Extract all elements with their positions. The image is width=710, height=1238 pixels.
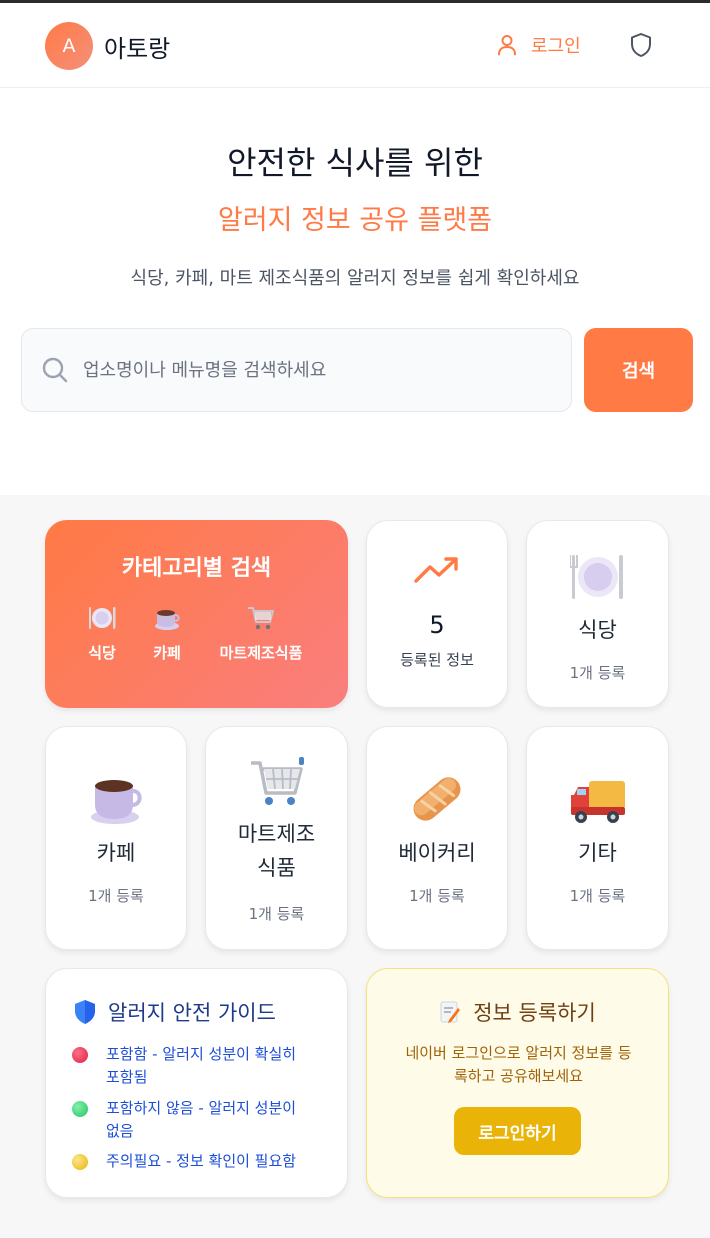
cart-icon	[250, 757, 304, 805]
bread-icon	[413, 777, 461, 821]
category-shortcut-label: 마트제조식품	[219, 644, 303, 662]
category-count: 1개 등록	[569, 887, 626, 905]
login-label: 로그인	[531, 36, 581, 57]
category-card-other[interactable]: 기타 1개 등록	[526, 726, 669, 950]
category-name: 베이커리	[398, 841, 476, 865]
allergy-guide-card: 알러지 안전 가이드 포함함 - 알러지 성분이 확실히 포함됨 포함하지 않음 …	[45, 968, 348, 1198]
guide-item-text: 포함하지 않음 - 알러지 성분이 없음	[106, 1099, 297, 1140]
guide-item-caution: 주의필요 - 정보 확인이 필요함	[72, 1150, 327, 1173]
guide-item-text: 포함함 - 알러지 성분이 확실히 포함됨	[106, 1045, 297, 1086]
home-logo[interactable]: A 아토랑	[45, 22, 170, 70]
category-card-mart[interactable]: 마트제조 식품 1개 등록	[205, 726, 348, 950]
guide-item-contains: 포함함 - 알러지 성분이 확실히 포함됨	[72, 1043, 327, 1089]
category-card-cafe[interactable]: 카페 1개 등록	[45, 726, 187, 950]
category-search-title: 카테고리별 검색	[121, 556, 272, 581]
plate-icon	[569, 555, 623, 599]
category-count: 1개 등록	[88, 887, 144, 905]
memo-icon	[440, 1001, 461, 1023]
stats-card: 5 등록된 정보	[366, 520, 508, 708]
admin-shield-button[interactable]	[630, 32, 654, 60]
category-shortcut-cafe[interactable]: 카페	[150, 604, 184, 663]
category-name-line1: 마트제조	[237, 822, 316, 846]
search-icon	[42, 357, 68, 383]
registered-label: 등록된 정보	[400, 651, 474, 669]
category-card-restaurant[interactable]: 식당 1개 등록	[526, 520, 669, 708]
yellow-dot-icon	[72, 1154, 88, 1170]
registered-count: 5	[429, 611, 445, 639]
category-name: 식당	[578, 618, 617, 642]
cart-icon	[248, 607, 274, 630]
category-count: 1개 등록	[248, 905, 305, 923]
logo-avatar: A	[45, 22, 93, 70]
category-search-card: 카테고리별 검색 식당 카페 마트제조식품	[45, 520, 348, 708]
coffee-icon	[155, 610, 180, 630]
category-shortcut-restaurant[interactable]: 식당	[85, 604, 119, 663]
app-header: A 아토랑 로그인	[0, 3, 710, 88]
search-box	[21, 328, 572, 412]
category-shortcut-mart[interactable]: 마트제조식품	[215, 604, 307, 663]
shield-icon	[631, 33, 651, 57]
register-description: 네이버 로그인으로 알러지 정보를 등 록하고 공유해보세요	[405, 1044, 632, 1085]
category-count: 1개 등록	[409, 887, 465, 905]
hero-description: 식당, 카페, 마트 제조식품의 알러지 정보를 쉽게 확인하세요	[130, 268, 580, 289]
red-dot-icon	[72, 1047, 88, 1063]
guide-title-text: 알러지 안전 가이드	[108, 1001, 276, 1025]
category-name: 카페	[96, 841, 136, 865]
trending-up-icon	[414, 557, 458, 583]
truck-icon	[570, 781, 625, 823]
shield-icon	[75, 1000, 95, 1024]
guide-item-free: 포함하지 않음 - 알러지 성분이 없음	[72, 1097, 327, 1143]
search-button[interactable]: 검색	[584, 328, 693, 412]
app-name: 아토랑	[104, 34, 171, 63]
guide-title: 알러지 안전 가이드	[74, 997, 276, 1027]
hero-subtitle: 알러지 정보 공유 플랫폼	[217, 205, 493, 236]
category-name: 기타	[578, 841, 617, 865]
category-count: 1개 등록	[569, 664, 626, 682]
hero-title: 안전한 식사를 위한	[227, 144, 483, 182]
category-card-bakery[interactable]: 베이커리 1개 등록	[366, 726, 508, 950]
green-dot-icon	[72, 1101, 88, 1117]
naver-login-button[interactable]: 로그인하기	[454, 1107, 581, 1155]
login-link[interactable]: 로그인	[497, 32, 581, 58]
plate-icon	[89, 607, 116, 629]
register-info-card: 정보 등록하기 네이버 로그인으로 알러지 정보를 등 록하고 공유해보세요 로그…	[366, 968, 669, 1198]
guide-item-text: 주의필요 - 정보 확인이 필요함	[106, 1152, 297, 1170]
user-icon	[498, 35, 516, 56]
register-title-text: 정보 등록하기	[473, 1001, 596, 1025]
category-shortcut-label: 카페	[153, 644, 181, 662]
search-input[interactable]	[83, 359, 523, 381]
category-name-line2: 식품	[257, 856, 296, 880]
coffee-icon	[91, 780, 142, 824]
category-shortcut-label: 식당	[88, 644, 116, 662]
register-title: 정보 등록하기	[367, 997, 668, 1027]
